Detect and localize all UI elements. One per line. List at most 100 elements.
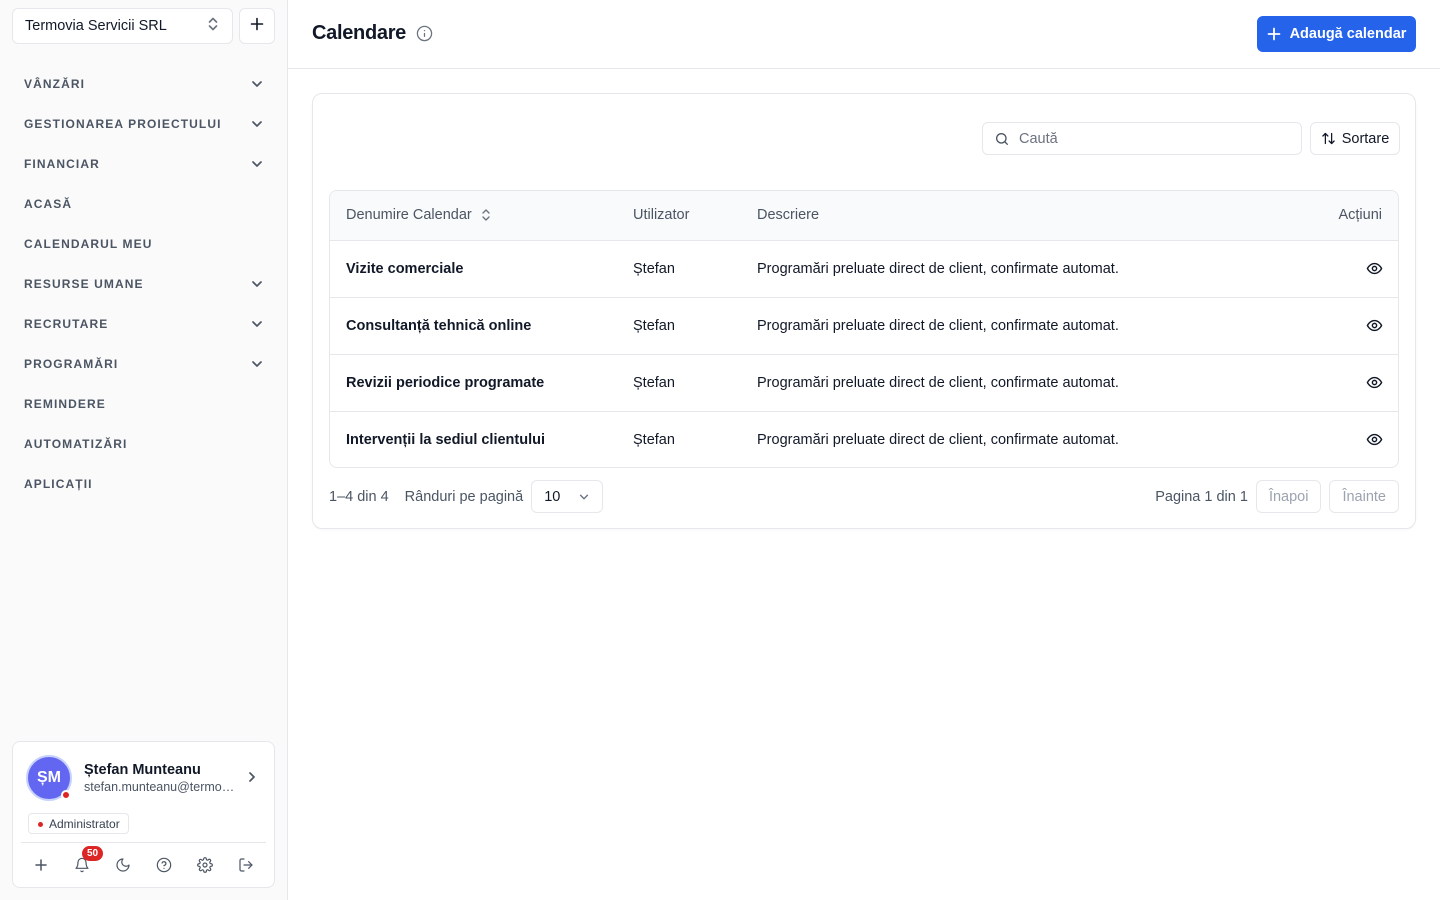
main-navigation: VÂNZĂRI GESTIONAREA PROIECTULUI FINANCIA… bbox=[12, 64, 276, 504]
view-calendar-button[interactable] bbox=[1360, 255, 1388, 283]
nav-item-resurse-umane[interactable]: RESURSE UMANE bbox=[12, 264, 276, 304]
eye-icon bbox=[1366, 434, 1382, 446]
user-email: stefan.munteanu@termovia.ro bbox=[84, 780, 236, 794]
nav-item-aplicatii[interactable]: APLICAȚII bbox=[12, 464, 276, 504]
sort-toggle-icon bbox=[482, 209, 490, 221]
table-row[interactable]: Intervenții la sediul clientului Ștefan … bbox=[330, 411, 1398, 467]
nav-item-label: VÂNZĂRI bbox=[24, 77, 86, 91]
nav-item-vanzari[interactable]: VÂNZĂRI bbox=[12, 64, 276, 104]
page-title: Calendare bbox=[312, 22, 407, 44]
rows-per-page-label: Rânduri pe pagină bbox=[404, 488, 524, 505]
chevron-down-icon bbox=[252, 281, 262, 287]
cell-calendar-name: Vizite comerciale bbox=[330, 240, 633, 298]
role-badge: Administrator bbox=[28, 813, 129, 834]
cell-calendar-name: Consultanță tehnică online bbox=[330, 297, 633, 355]
rows-per-page-value: 10 bbox=[544, 488, 561, 505]
nav-item-label: PROGRAMĂRI bbox=[24, 357, 119, 371]
cell-user: Ștefan bbox=[633, 240, 757, 298]
theme-toggle-button[interactable] bbox=[109, 851, 137, 879]
add-organization-button[interactable] bbox=[239, 8, 275, 44]
chevron-down-icon bbox=[580, 494, 589, 499]
nav-item-label: CALENDARUL MEU bbox=[24, 237, 153, 251]
nav-item-recrutare[interactable]: RECRUTARE bbox=[12, 304, 276, 344]
search-icon bbox=[996, 132, 1008, 145]
cell-description: Programări preluate direct de client, co… bbox=[757, 240, 1278, 298]
notifications-button[interactable]: 50 bbox=[68, 846, 103, 879]
cell-actions bbox=[1278, 411, 1398, 467]
cell-user: Ștefan bbox=[633, 431, 675, 448]
page-indicator: Pagina 1 din 1 bbox=[1155, 488, 1248, 505]
chevron-right-icon[interactable] bbox=[245, 770, 259, 789]
sort-label: Sortare bbox=[1341, 130, 1390, 147]
rows-per-page-select[interactable]: 10 bbox=[531, 480, 604, 513]
search-box bbox=[982, 122, 1302, 155]
nav-item-label: GESTIONAREA PROIECTULUI bbox=[24, 117, 222, 131]
organization-name: Termovia Servicii SRL bbox=[25, 18, 167, 34]
user-actions: 50 bbox=[21, 846, 266, 880]
cell-calendar-name: Intervenții la sediul clientului bbox=[346, 431, 546, 448]
chevron-down-icon bbox=[252, 361, 262, 367]
nav-item-label: ACASĂ bbox=[24, 197, 73, 211]
user-card: ȘM Ștefan Munteanu stefan.munteanu@termo… bbox=[12, 741, 275, 888]
column-header-name[interactable]: Denumire Calendar bbox=[330, 191, 633, 241]
plus-icon bbox=[1267, 27, 1280, 41]
nav-item-label: REMINDERE bbox=[24, 397, 106, 411]
view-calendar-button[interactable] bbox=[1360, 426, 1388, 454]
chevron-down-icon bbox=[252, 121, 262, 127]
chevron-up-down-icon bbox=[206, 16, 220, 36]
nav-item-financiar[interactable]: FINANCIAR bbox=[12, 144, 276, 184]
pagination-range: 1–4 din 4 bbox=[329, 488, 389, 505]
nav-item-remindere[interactable]: REMINDERE bbox=[12, 384, 276, 424]
nav-item-label: APLICAȚII bbox=[24, 477, 93, 491]
view-calendar-button[interactable] bbox=[1360, 369, 1388, 397]
nav-item-label: FINANCIAR bbox=[24, 157, 100, 171]
nav-item-acasa[interactable]: ACASĂ bbox=[12, 184, 276, 224]
logout-icon bbox=[239, 858, 253, 872]
eye-icon bbox=[1366, 319, 1382, 332]
next-page-button[interactable]: Înainte bbox=[1329, 480, 1399, 513]
cell-description: Programări preluate direct de client, co… bbox=[757, 297, 1278, 355]
eye-icon bbox=[1366, 376, 1382, 389]
gear-icon bbox=[197, 857, 213, 873]
plus-icon bbox=[250, 17, 264, 36]
sort-button[interactable]: Sortare bbox=[1310, 122, 1400, 155]
chevron-down-icon bbox=[252, 321, 262, 327]
nav-item-calendarul-meu[interactable]: CALENDARUL MEU bbox=[12, 224, 276, 264]
add-calendar-button[interactable]: Adaugă calendar bbox=[1257, 16, 1416, 52]
settings-button[interactable] bbox=[191, 851, 219, 879]
add-calendar-label: Adaugă calendar bbox=[1289, 26, 1407, 42]
table-row[interactable]: Vizite comerciale Ștefan Programări prel… bbox=[330, 240, 1398, 298]
cell-description: Programări preluate direct de client, co… bbox=[757, 431, 1119, 448]
table-row[interactable]: Revizii periodice programate Ștefan Prog… bbox=[330, 354, 1398, 412]
info-icon[interactable] bbox=[416, 25, 433, 47]
nav-item-label: RESURSE UMANE bbox=[24, 277, 144, 291]
chevron-down-icon bbox=[252, 161, 262, 167]
page-header: Calendare Adaugă calendar bbox=[288, 0, 1440, 69]
quick-add-button[interactable] bbox=[27, 851, 55, 879]
column-header-user: Utilizator bbox=[633, 191, 757, 241]
view-calendar-button[interactable] bbox=[1360, 312, 1388, 340]
pagination: 1–4 din 4 Rânduri pe pagină 10 Pagina 1 … bbox=[329, 480, 1399, 513]
nav-item-programari[interactable]: PROGRAMĂRI bbox=[12, 344, 276, 384]
divider bbox=[21, 842, 266, 843]
column-header-description: Descriere bbox=[757, 191, 1278, 241]
notification-count-badge: 50 bbox=[82, 846, 103, 861]
logout-button[interactable] bbox=[232, 851, 260, 879]
help-button[interactable] bbox=[150, 851, 178, 879]
table-header-row: Denumire Calendar Utilizator Descriere A… bbox=[330, 191, 1398, 241]
cell-actions bbox=[1278, 354, 1398, 412]
organization-selector[interactable]: Termovia Servicii SRL bbox=[12, 8, 233, 44]
eye-icon bbox=[1366, 262, 1382, 275]
previous-page-button[interactable]: Înapoi bbox=[1255, 480, 1322, 513]
nav-item-gestionarea-proiectului[interactable]: GESTIONAREA PROIECTULUI bbox=[12, 104, 276, 144]
cell-description: Programări preluate direct de client, co… bbox=[757, 354, 1278, 412]
table-row[interactable]: Consultanță tehnică online Ștefan Progra… bbox=[330, 297, 1398, 355]
cell-calendar-name: Revizii periodice programate bbox=[330, 354, 633, 412]
nav-item-automatizari[interactable]: AUTOMATIZĂRI bbox=[12, 424, 276, 464]
calendars-table: Denumire Calendar Utilizator Descriere A… bbox=[329, 190, 1399, 468]
search-input[interactable] bbox=[1019, 130, 1279, 147]
status-dot bbox=[61, 790, 71, 800]
column-header-actions: Acțiuni bbox=[1278, 191, 1398, 241]
help-circle-icon bbox=[156, 857, 172, 873]
role-label: Administrator bbox=[49, 816, 120, 831]
